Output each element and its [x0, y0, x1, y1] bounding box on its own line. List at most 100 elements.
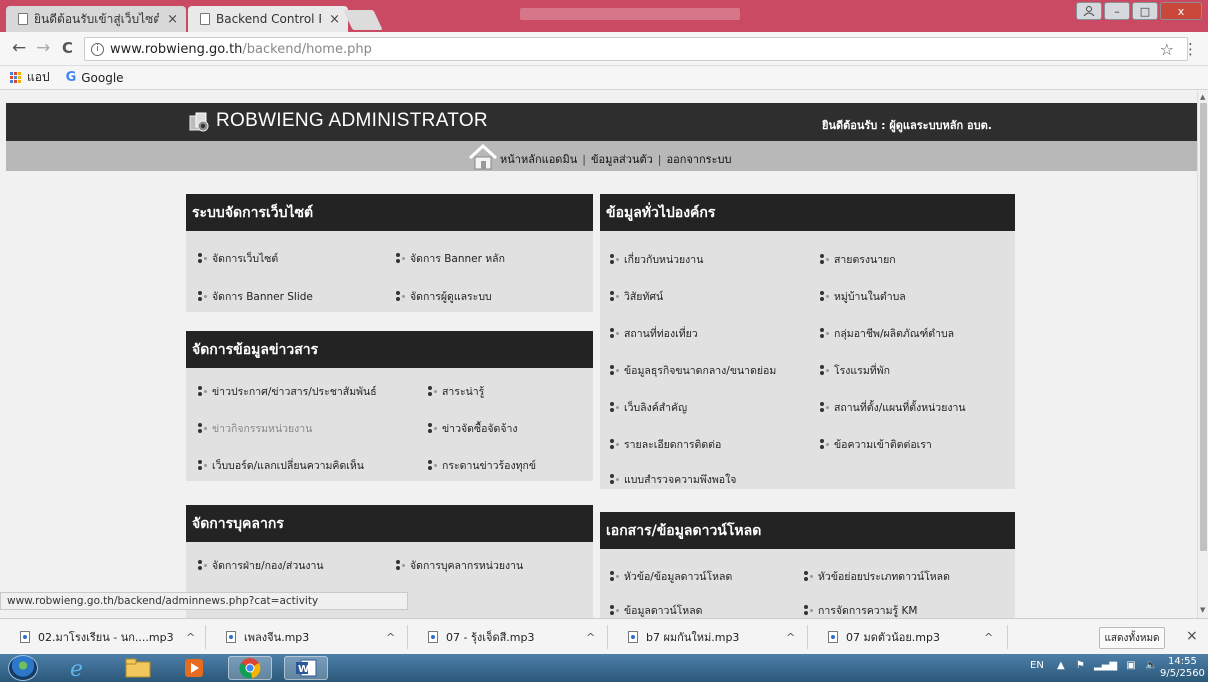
menu-item[interactable]: วิสัยทัศน์ [610, 288, 663, 305]
menu-item[interactable]: เว็บลิงค์สำคัญ [610, 399, 687, 416]
bookmark-star-icon[interactable]: ☆ [1160, 40, 1174, 59]
url-path: /backend/home.php [242, 41, 372, 57]
menu-item[interactable]: กลุ่มอาชีพ/ผลิตภัณฑ์ตำบล [820, 325, 954, 342]
menu-item[interactable]: หัวข้อ/ข้อมูลดาวน์โหลด [610, 568, 732, 585]
tab-backend[interactable]: Backend Control Panel × [188, 6, 348, 32]
nav-logout[interactable]: ออกจากระบบ [667, 153, 732, 166]
bullet-icon [610, 439, 621, 450]
menu-item[interactable]: จัดการบุคลากรหน่วยงาน [396, 557, 523, 574]
tray-expand-icon[interactable]: ▲ [1057, 660, 1065, 671]
nav-profile[interactable]: ข้อมูลส่วนตัว [591, 153, 653, 166]
panel-title: จัดการบุคลากร [186, 505, 593, 542]
window-close-button[interactable]: x [1160, 2, 1202, 20]
audio-file-icon [828, 631, 838, 643]
system-tray: EN ▲ ⚑ ▂▄▆ ▣ 🔈 [1030, 660, 1157, 671]
menu-item[interactable]: จัดการ Banner หลัก [396, 250, 505, 267]
user-icon[interactable] [1076, 2, 1102, 20]
audio-file-icon [20, 631, 30, 643]
apps-grid-icon[interactable] [10, 72, 21, 83]
download-item[interactable]: 07 มดตัวน้อย.mp3 ^ [808, 625, 1008, 649]
audio-file-icon [428, 631, 438, 643]
menu-item[interactable]: สถานที่ท่องเที่ยว [610, 325, 698, 342]
clock[interactable]: 14:55 9/5/2560 [1160, 656, 1205, 680]
downloads-close-icon[interactable]: × [1186, 628, 1198, 644]
page-scrollbar[interactable]: ▲ ▼ [1197, 91, 1208, 618]
volume-icon[interactable]: 🔈 [1145, 660, 1157, 671]
bookmark-google[interactable]: Google [81, 71, 123, 85]
nav-admin-home[interactable]: หน้าหลักแอดมิน [500, 153, 577, 166]
menu-dots-icon[interactable]: ⋮ [1183, 40, 1198, 58]
download-item[interactable]: 02.มาโรงเรียน - นก....mp3 ^ [0, 625, 206, 649]
ie-icon[interactable]: e [56, 656, 100, 680]
menu-item[interactable]: หมู่บ้านในตำบล [820, 288, 906, 305]
menu-item[interactable]: จัดการเว็บไซต์ [198, 250, 278, 267]
menu-item[interactable]: แบบสำรวจความพึงพอใจ [610, 471, 736, 488]
tab-close-icon[interactable]: × [329, 12, 340, 27]
chevron-up-icon[interactable]: ^ [586, 631, 595, 644]
menu-item[interactable]: ข่าวประกาศ/ข่าวสาร/ประชาสัมพันธ์ [198, 383, 377, 400]
info-icon[interactable]: i [91, 42, 104, 56]
media-player-icon[interactable] [172, 656, 216, 680]
scrollbar-thumb[interactable] [1200, 103, 1207, 551]
minimize-button[interactable]: – [1104, 2, 1130, 20]
new-tab-button[interactable] [343, 10, 383, 30]
signal-icon[interactable]: ▂▄▆ [1094, 660, 1117, 671]
bullet-icon [198, 560, 209, 571]
download-item[interactable]: เพลงจีน.mp3 ^ [206, 625, 408, 649]
google-icon: G [65, 70, 77, 85]
menu-item[interactable]: รายละเอียดการติดต่อ [610, 436, 721, 453]
menu-item[interactable]: สายตรงนายก [820, 251, 896, 268]
menu-item[interactable]: เกี่ยวกับหน่วยงาน [610, 251, 703, 268]
bullet-icon [428, 460, 439, 471]
menu-item[interactable]: ข่าวจัดซื้อจัดจ้าง [428, 420, 518, 437]
panel-title: เอกสาร/ข้อมูลดาวน์โหลด [600, 512, 1015, 549]
tab-close-icon[interactable]: × [167, 12, 178, 27]
panel-title: ข้อมูลทั่วไปองค์กร [600, 194, 1015, 231]
tab-welcome[interactable]: ยินดีต้อนรับเข้าสู่เว็บไซต์องค์ × [6, 6, 186, 32]
menu-item[interactable]: จัดการฝ่าย/กอง/ส่วนงาน [198, 557, 324, 574]
word-icon[interactable]: W [284, 656, 328, 680]
menu-item[interactable]: ข้อมูลดาวน์โหลด [610, 602, 702, 618]
download-item[interactable]: b7 ผมกันใหม่.mp3 ^ [608, 625, 808, 649]
reload-icon[interactable]: C [62, 40, 73, 57]
panel-news-management: จัดการข้อมูลข่าวสาร ข่าวประกาศ/ข่าวสาร/ป… [186, 331, 593, 481]
start-button-icon[interactable] [8, 655, 38, 681]
menu-item[interactable]: สถานที่ตั้ง/แผนที่ตั้งหน่วยงาน [820, 399, 966, 416]
admin-logo-icon [189, 112, 209, 132]
menu-item[interactable]: จัดการผู้ดูแลระบบ [396, 288, 492, 305]
download-item[interactable]: 07 - รุ้งเจ็ดสี.mp3 ^ [408, 625, 608, 649]
menu-item[interactable]: การจัดการความรู้ KM [804, 602, 917, 618]
home-icon[interactable] [468, 144, 498, 170]
bookmark-apps[interactable]: แอป [27, 68, 50, 87]
menu-item[interactable]: หัวข้อย่อยประเภทดาวน์โหลด [804, 568, 950, 585]
network-icon[interactable]: ▣ [1126, 660, 1135, 671]
language-indicator[interactable]: EN [1030, 660, 1044, 671]
scroll-up-icon[interactable]: ▲ [1200, 93, 1205, 101]
menu-item[interactable]: เว็บบอร์ด/แลกเปลี่ยนความคิดเห็น [198, 457, 364, 474]
explorer-icon[interactable] [116, 656, 160, 680]
menu-item[interactable]: ข้อความเข้าติดต่อเรา [820, 436, 932, 453]
show-all-downloads-button[interactable]: แสดงทั้งหมด [1099, 627, 1165, 649]
download-filename: 07 - รุ้งเจ็ดสี.mp3 [446, 631, 535, 644]
chevron-up-icon[interactable]: ^ [984, 631, 993, 644]
chevron-up-icon[interactable]: ^ [786, 631, 795, 644]
bullet-icon [610, 474, 621, 485]
url-input[interactable]: i www.robwieng.go.th/backend/home.php [84, 37, 1188, 61]
menu-item[interactable]: จัดการ Banner Slide [198, 288, 313, 305]
menu-item[interactable]: โรงแรมที่พัก [820, 362, 890, 379]
scroll-down-icon[interactable]: ▼ [1200, 606, 1205, 614]
url-host: www.robwieng.go.th [110, 41, 243, 57]
menu-item[interactable]: สาระน่ารู้ [428, 383, 484, 400]
menu-item[interactable]: ข้อมูลธุรกิจขนาดกลาง/ขนาดย่อม [610, 362, 776, 379]
chevron-up-icon[interactable]: ^ [186, 631, 195, 644]
chrome-icon[interactable] [228, 656, 272, 680]
clock-date: 9/5/2560 [1160, 668, 1205, 679]
flag-icon[interactable]: ⚑ [1076, 660, 1085, 671]
menu-item[interactable]: กระดานข่าวร้องทุกข์ [428, 457, 536, 474]
maximize-button[interactable]: □ [1132, 2, 1158, 20]
forward-arrow-icon[interactable]: → [36, 40, 50, 57]
bullet-icon [396, 560, 407, 571]
menu-item-hovered[interactable]: ข่าวกิจกรรมหน่วยงาน [198, 420, 312, 437]
chevron-up-icon[interactable]: ^ [386, 631, 395, 644]
back-arrow-icon[interactable]: ← [12, 40, 26, 57]
